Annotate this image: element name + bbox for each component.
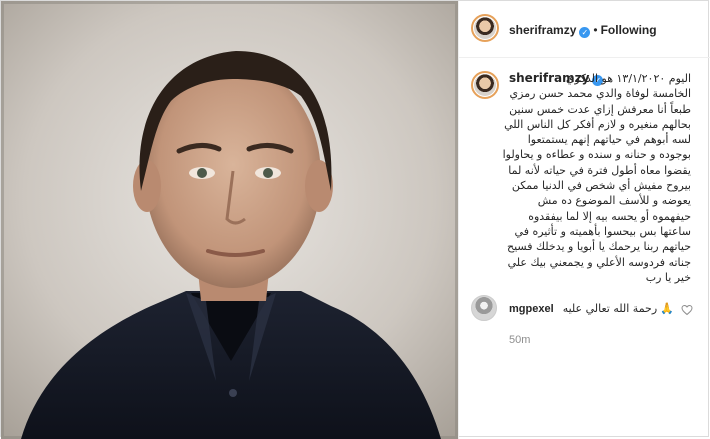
caption-timestamp[interactable]: 50m	[509, 334, 530, 346]
header-username[interactable]: sheriframzy	[509, 23, 576, 37]
post-photo[interactable]	[1, 1, 458, 439]
caption-line: لسه أبوهم في حياتهم إنهم يستمتعوا	[527, 133, 691, 147]
author-avatar[interactable]	[471, 14, 499, 42]
caption-line: الخامسة لوفاة والدي محمد حسن رمزي	[509, 87, 691, 101]
following-button[interactable]: Following	[601, 23, 657, 37]
author-avatar-image	[474, 17, 496, 39]
caption-line: بيروح مفيش أي شخص في الدنيا ممكن	[511, 179, 691, 193]
post-sidebar: sheriframzy ✓ • Following sheriframzy ✓ اليو…	[458, 1, 710, 439]
caption-line: طبعاً أنا معرفش إزاي عدت خمس سنين	[509, 102, 691, 116]
comments-area: sheriframzy ✓ اليوم ١٣/١/٢٠٢٠ هو الذكري ا…	[459, 58, 710, 388]
comment-item: mgpexel رحمة الله تعالي عليه 🙏	[509, 302, 674, 315]
comment-text: رحمة الله تعالي عليه	[562, 302, 658, 315]
comment-username[interactable]: mgpexel	[509, 303, 554, 315]
caption-line: جناته فردوسه الأعلي و يجمعني بيك علي	[507, 255, 691, 269]
portrait-image	[1, 1, 458, 439]
pray-emoji-icon: 🙏	[660, 303, 674, 315]
post-caption: sheriframzy ✓ اليوم ١٣/١/٢٠٢٠ هو الذكري ا…	[479, 71, 691, 285]
caption-line: حيفهموه أو يحسه بيه إلا لما بيفقدوه	[528, 209, 691, 223]
header-separator: •	[593, 23, 598, 37]
commenter-avatar[interactable]	[471, 295, 497, 321]
header-user-line: sheriframzy ✓ • Following	[509, 21, 657, 39]
caption-line: خير يا رب	[645, 270, 691, 284]
caption-line: يعوضه و للأسف الموضوع ده مش	[537, 194, 691, 208]
heart-icon[interactable]	[681, 304, 693, 316]
caption-line: ساعتها بس بيحسوا بأهميته و تأثيره في	[514, 224, 691, 238]
caption-line: حياتهم ربنا يرحمك يا أبويا و يدخلك فسيح	[507, 240, 691, 254]
post-modal: sheriframzy ✓ • Following sheriframzy ✓ اليو…	[0, 0, 710, 439]
caption-line: يقضوا معاه أطول فترة في حياته لأنه لما	[508, 163, 691, 177]
verified-badge-icon: ✓	[579, 27, 591, 38]
post-header: sheriframzy ✓ • Following	[459, 1, 710, 58]
caption-line: بحالهم منغيره و لازم أفكر كل الناس اللي	[504, 117, 691, 131]
caption-line: بوجوده و حنانه و سنده و عطاءه و يحاولوا	[502, 148, 691, 162]
